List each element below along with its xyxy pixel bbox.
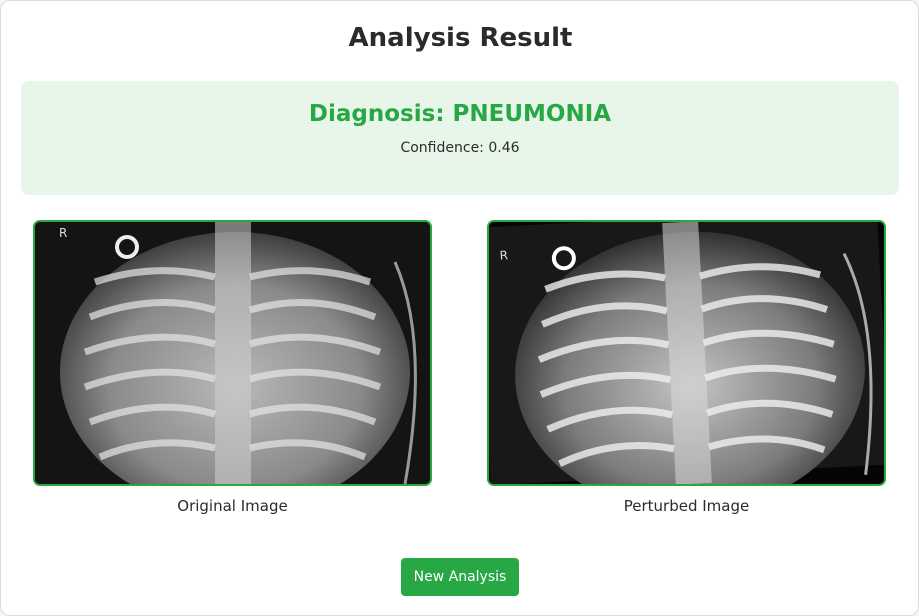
original-r-marker: R <box>59 226 67 240</box>
original-xray-image: R <box>33 220 432 486</box>
confidence-label: Confidence: 0.46 <box>400 140 520 156</box>
diagnosis-panel: Diagnosis: PNEUMONIA Confidence: 0.46 <box>21 81 899 195</box>
original-image-caption: Original Image <box>177 497 288 515</box>
diagnosis-label: Diagnosis: PNEUMONIA <box>308 101 612 127</box>
perturbed-r-marker: R <box>499 248 508 262</box>
new-analysis-button[interactable]: New Analysis <box>401 558 519 596</box>
analysis-result-card: Analysis Result Diagnosis: PNEUMONIA Con… <box>0 0 919 616</box>
perturbed-xray-image: R <box>487 220 886 486</box>
perturbed-image-caption: Perturbed Image <box>623 497 750 515</box>
page-title: Analysis Result <box>348 23 573 53</box>
